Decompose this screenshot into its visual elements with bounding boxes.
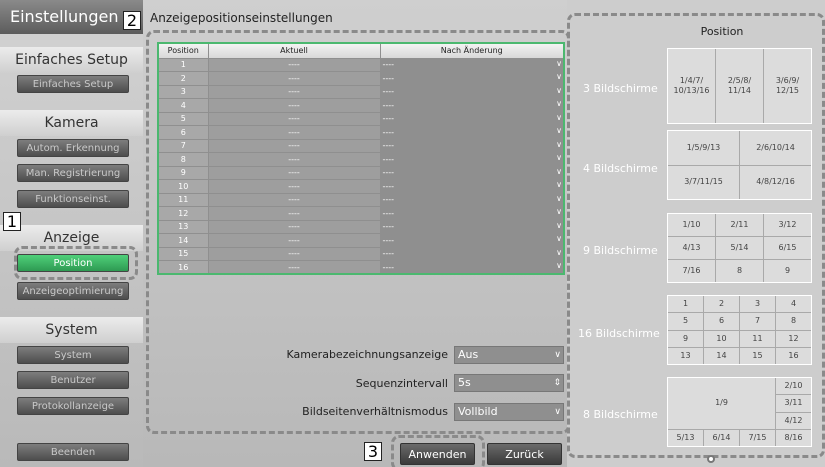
- sidebar-header: Einstellungen: [0, 0, 143, 34]
- callout-badge-3: 3: [364, 442, 382, 461]
- callout-anchor-dot: [707, 455, 715, 463]
- back-button[interactable]: Zurück: [487, 443, 562, 465]
- callout-badge-1: 1: [3, 212, 21, 231]
- sidebar-item-protokollanzeige[interactable]: Protokollanzeige: [17, 397, 129, 415]
- sidebar-item-funktionseinst[interactable]: Funktionseinst.: [17, 190, 129, 208]
- sidebar-item-system[interactable]: System: [17, 346, 129, 364]
- sidebar-item-autom-erkennung[interactable]: Autom. Erkennung: [17, 139, 129, 157]
- callout-frame-layouts: [567, 13, 825, 458]
- section-einfaches-setup: Einfaches Setup: [0, 47, 143, 73]
- sidebar-item-man-registrierung[interactable]: Man. Registrierung: [17, 164, 129, 182]
- sidebar-item-benutzer[interactable]: Benutzer: [17, 371, 129, 389]
- callout-frame-2: [146, 30, 570, 434]
- callout-badge-2: 2: [123, 11, 141, 30]
- sidebar-item-anzeigeoptimierung[interactable]: Anzeigeoptimierung: [17, 282, 129, 300]
- callout-frame-3: [391, 435, 485, 467]
- section-kamera: Kamera: [0, 110, 143, 136]
- section-system: System: [0, 317, 143, 343]
- exit-button[interactable]: Beenden: [17, 443, 129, 461]
- callout-frame-1: [14, 246, 138, 280]
- sidebar-item-einfaches-setup[interactable]: Einfaches Setup: [17, 75, 129, 93]
- page-title: Anzeigepositionseinstellungen: [150, 11, 333, 25]
